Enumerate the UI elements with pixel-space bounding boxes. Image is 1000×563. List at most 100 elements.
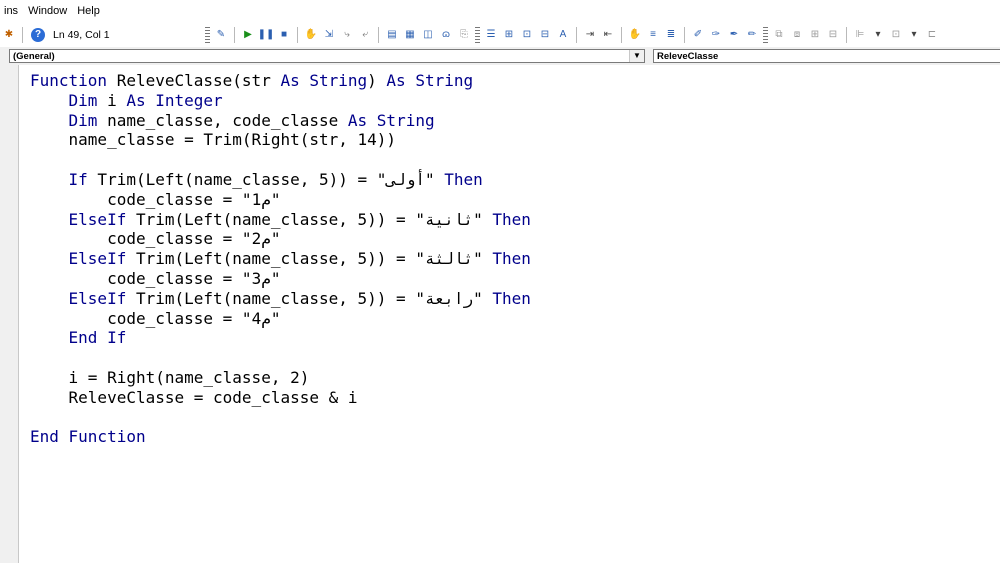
step-out-icon[interactable]: ⤶	[358, 28, 372, 42]
code-keyword: String	[415, 71, 474, 90]
outdent-icon[interactable]: ⇤	[601, 28, 615, 42]
code-line[interactable]: name_classe = Trim(Right(str, 14))	[30, 130, 531, 150]
code-line[interactable]: code_classe = "م2"	[30, 229, 531, 249]
code-token: name_classe = Trim(Right(str, 14))	[30, 130, 397, 150]
code-keyword: Dim	[68, 90, 98, 110]
object-combo[interactable]: (General) ▼	[9, 49, 645, 63]
code-keyword: String	[309, 71, 368, 90]
procedure-combo-value: ReleveClasse	[657, 51, 719, 62]
toolbar-separator	[297, 26, 298, 43]
quick-info-icon[interactable]: ⊡	[520, 28, 534, 42]
step-into-icon[interactable]: ⇲	[322, 28, 336, 42]
code-line[interactable]: Dim name_classe, code_classe As String	[30, 111, 531, 131]
list-constants-icon[interactable]: ⊞	[502, 28, 516, 42]
uncomment-block-icon[interactable]: ≣	[664, 28, 678, 42]
paste-icon[interactable]: ⧈	[790, 28, 804, 42]
code-line[interactable]: ElseIf Trim(Left(name_classe, 5)) = "راب…	[30, 289, 531, 309]
menu-help[interactable]: Help	[73, 5, 106, 17]
breakpoint-icon[interactable]: ✋	[628, 28, 642, 42]
code-keyword: Then	[444, 169, 483, 189]
locals-window-icon[interactable]: ▤	[385, 28, 399, 42]
break-icon[interactable]: ❚❚	[258, 28, 275, 42]
previous-bookmark-icon[interactable]: ✒	[727, 28, 741, 42]
code-token: ReleveClasse = code_classe & i	[30, 387, 358, 407]
group-icon[interactable]: ⊟	[826, 28, 840, 42]
toolbar: ✱ ? Ln 49, Col 1 ✎ ▶ ❚❚ ■ ✋ ⇲ ⤷ ⤶ ▤ ▦ ◫ …	[0, 22, 1000, 48]
immediate-window-icon[interactable]: ▦	[403, 28, 417, 42]
chevron-down-icon[interactable]: ▼	[629, 50, 644, 62]
procedure-combo[interactable]: ReleveClasse	[653, 49, 1000, 63]
code-line[interactable]: code_classe = "م4"	[30, 309, 531, 329]
toolbar-grip[interactable]	[205, 26, 210, 43]
help-icon[interactable]: ?	[31, 27, 45, 42]
reset-icon[interactable]: ■	[277, 28, 291, 42]
code-keyword: As	[126, 90, 146, 110]
code-line[interactable]	[30, 408, 531, 428]
code-window-header: (General) ▼ ReleveClasse	[0, 47, 1000, 65]
watch-window-icon[interactable]: ◫	[421, 28, 435, 42]
next-bookmark-icon[interactable]: ✑	[709, 28, 723, 42]
code-line[interactable]: ElseIf Trim(Left(name_classe, 5)) = "ثال…	[30, 249, 531, 269]
dropdown-arrow-icon[interactable]: ▾	[871, 28, 885, 42]
code-line[interactable]: Function ReleveClasse(str As String) As …	[30, 71, 531, 91]
design-mode-icon[interactable]: ✎	[214, 28, 228, 42]
toolbar-separator	[378, 26, 379, 43]
code-keyword: Integer	[155, 90, 223, 110]
quick-watch-icon[interactable]: ɷ	[439, 28, 453, 42]
code-token: Trim(Left(name_classe, 5)) = "أولى"	[87, 169, 445, 189]
code-text[interactable]: Function ReleveClasse(str As String) As …	[30, 71, 531, 447]
code-line[interactable]	[30, 348, 531, 368]
align-icon[interactable]: ⊞	[808, 28, 822, 42]
code-token: Trim(Left(name_classe, 5)) = "ثانية"	[126, 209, 493, 229]
code-token: Trim(Left(name_classe, 5)) = "رابعة"	[126, 288, 493, 308]
list-properties-icon[interactable]: ☰	[484, 28, 498, 42]
code-keyword: String	[376, 110, 435, 130]
menu-bar: ins Window Help	[0, 0, 1000, 22]
run-icon[interactable]: ✱	[2, 28, 16, 42]
comment-block-icon[interactable]: ≡	[646, 28, 660, 42]
call-stack-icon[interactable]: ⎘	[457, 28, 471, 42]
center-icon[interactable]: ⊡	[889, 28, 903, 42]
align-left-icon[interactable]: ⊫	[853, 28, 867, 42]
toolbar-grip[interactable]	[475, 26, 480, 43]
code-line[interactable]: If Trim(Left(name_classe, 5)) = "أولى" T…	[30, 170, 531, 190]
code-line[interactable]: ReleveClasse = code_classe & i	[30, 388, 531, 408]
toolbar-separator	[846, 26, 847, 43]
code-line[interactable]: ElseIf Trim(Left(name_classe, 5)) = "ثان…	[30, 210, 531, 230]
code-line[interactable]: i = Right(name_classe, 2)	[30, 368, 531, 388]
code-line[interactable]: End Function	[30, 427, 531, 447]
clear-bookmarks-icon[interactable]: ✏	[745, 28, 759, 42]
code-editor[interactable]: Function ReleveClasse(str As String) As …	[0, 65, 1000, 563]
complete-word-icon[interactable]: A	[556, 28, 570, 42]
code-token: code_classe = "م2"	[30, 229, 281, 249]
code-token: )	[367, 71, 387, 90]
toolbar-separator	[22, 26, 23, 43]
run-macro-icon[interactable]: ▶	[241, 28, 255, 42]
code-keyword: Dim	[68, 110, 98, 130]
margin-indicator-bar[interactable]	[0, 65, 19, 563]
code-line[interactable]	[30, 150, 531, 170]
code-keyword: ElseIf	[68, 249, 127, 269]
copy-icon[interactable]: ⧉	[772, 28, 786, 42]
toolbar-separator	[684, 26, 685, 43]
code-line[interactable]: code_classe = "م3"	[30, 269, 531, 289]
parameter-info-icon[interactable]: ⊟	[538, 28, 552, 42]
code-line[interactable]: Dim i As Integer	[30, 91, 531, 111]
toolbar-separator	[234, 26, 235, 43]
code-token: code_classe = "م4"	[30, 308, 281, 328]
code-line[interactable]: code_classe = "م1"	[30, 190, 531, 210]
menu-window[interactable]: Window	[24, 5, 73, 17]
step-over-icon[interactable]: ⤷	[340, 28, 354, 42]
code-line[interactable]: End If	[30, 328, 531, 348]
code-token: code_classe = "م3"	[30, 268, 281, 288]
make-same-size-icon[interactable]: ⊏	[925, 28, 939, 42]
toggle-breakpoint-icon[interactable]: ✋	[304, 28, 318, 42]
indent-icon[interactable]: ⇥	[583, 28, 597, 42]
dropdown-arrow-icon[interactable]: ▾	[907, 28, 921, 42]
toolbar-grip[interactable]	[763, 26, 768, 43]
menu-addins[interactable]: ins	[0, 5, 24, 17]
toggle-bookmark-icon[interactable]: ✐	[691, 28, 705, 42]
